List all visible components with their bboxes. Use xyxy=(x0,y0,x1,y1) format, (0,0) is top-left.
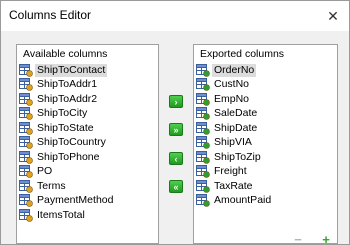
field-export-icon xyxy=(196,107,210,121)
arrow-left-icon: ‹ xyxy=(174,153,178,164)
available-columns-list[interactable]: ShipToContact ShipToAddr1 ShipToAddr2 ShipT… xyxy=(17,63,158,223)
add-column-button[interactable]: › xyxy=(169,95,183,108)
list-item-label: ShipToContact xyxy=(35,63,108,77)
list-item[interactable]: Terms xyxy=(19,179,158,194)
list-item[interactable]: ShipToCity xyxy=(19,107,158,122)
list-item-label: ShipToZip xyxy=(214,150,261,163)
field-export-icon xyxy=(196,136,210,150)
list-item[interactable]: ShipToState xyxy=(19,121,158,136)
list-item-label: AmountPaid xyxy=(214,194,272,207)
list-item-label: ShipToAddr1 xyxy=(37,78,98,91)
list-item[interactable]: ShipToAddr1 xyxy=(19,78,158,93)
list-item-label: ShipToPhone xyxy=(37,150,100,163)
list-item-label: ShipToCountry xyxy=(37,136,106,149)
available-columns-panel: Available columns ShipToContact ShipToAdd… xyxy=(16,44,159,244)
remove-column-button[interactable]: ‹ xyxy=(169,152,183,165)
field-icon xyxy=(19,179,33,193)
exported-columns-header: Exported columns xyxy=(200,48,285,60)
list-item[interactable]: OrderNo xyxy=(196,63,337,78)
list-item[interactable]: ShipToPhone xyxy=(19,150,158,165)
field-icon xyxy=(19,194,33,208)
list-item-label: OrderNo xyxy=(212,63,257,77)
list-item[interactable]: PaymentMethod xyxy=(19,194,158,209)
list-item[interactable]: EmpNo xyxy=(196,92,337,107)
field-icon xyxy=(19,63,33,77)
title-bar: Columns Editor ✕ xyxy=(1,1,349,31)
window-title: Columns Editor xyxy=(9,8,92,22)
field-export-icon xyxy=(196,194,210,208)
exported-columns-panel: Exported columns OrderNo CustNo EmpNo SaleD… xyxy=(193,44,338,244)
list-item[interactable]: ItemsTotal xyxy=(19,208,158,223)
list-item-label: Terms xyxy=(37,179,66,192)
field-icon xyxy=(19,208,33,222)
exported-columns-list[interactable]: OrderNo CustNo EmpNo SaleDate ShipDate ShipVI… xyxy=(194,63,337,208)
field-export-icon xyxy=(196,78,210,92)
field-export-icon xyxy=(196,121,210,135)
list-item[interactable]: ShipVIA xyxy=(196,136,337,151)
remove-all-columns-button[interactable]: « xyxy=(169,180,183,193)
minus-icon: − xyxy=(294,232,302,245)
list-item-label: ItemsTotal xyxy=(37,208,85,221)
list-item-label: TaxRate xyxy=(214,179,253,192)
field-icon xyxy=(19,165,33,179)
double-arrow-right-icon: » xyxy=(173,124,179,135)
list-item[interactable]: SaleDate xyxy=(196,107,337,122)
list-item-label: Freight xyxy=(214,165,247,178)
list-item-label: ShipDate xyxy=(214,121,258,134)
list-item-label: PO xyxy=(37,165,53,178)
field-icon xyxy=(19,92,33,106)
new-column-button[interactable]: + xyxy=(319,232,333,245)
available-columns-header: Available columns xyxy=(23,48,108,60)
field-icon xyxy=(19,136,33,150)
field-export-icon xyxy=(196,165,210,179)
list-item[interactable]: ShipToContact xyxy=(19,63,158,78)
list-item[interactable]: CustNo xyxy=(196,78,337,93)
add-all-columns-button[interactable]: » xyxy=(169,123,183,136)
field-export-icon xyxy=(196,92,210,106)
list-item-label: CustNo xyxy=(214,78,250,91)
list-item[interactable]: ShipToCountry xyxy=(19,136,158,151)
list-item-label: ShipToAddr2 xyxy=(37,92,98,105)
field-export-icon xyxy=(196,179,210,193)
field-icon xyxy=(19,107,33,121)
field-icon xyxy=(19,150,33,164)
list-item[interactable]: ShipToAddr2 xyxy=(19,92,158,107)
list-item[interactable]: AmountPaid xyxy=(196,194,337,209)
field-export-icon xyxy=(196,150,210,164)
list-item-label: EmpNo xyxy=(214,92,250,105)
list-item-label: ShipToCity xyxy=(37,107,88,120)
plus-icon: + xyxy=(322,232,330,245)
field-icon xyxy=(19,78,33,92)
list-item[interactable]: PO xyxy=(19,165,158,180)
delete-column-button[interactable]: − xyxy=(291,232,305,245)
list-item[interactable]: Freight xyxy=(196,165,337,180)
list-item[interactable]: TaxRate xyxy=(196,179,337,194)
field-export-icon xyxy=(196,63,210,77)
list-item-label: ShipToState xyxy=(37,121,94,134)
columns-editor-dialog: Columns Editor ✕ Available columns ShipT… xyxy=(0,0,350,245)
arrow-right-icon: › xyxy=(174,96,178,107)
list-item-label: ShipVIA xyxy=(214,136,252,149)
field-icon xyxy=(19,121,33,135)
list-item-label: SaleDate xyxy=(214,107,258,120)
double-arrow-left-icon: « xyxy=(173,181,179,192)
list-item[interactable]: ShipDate xyxy=(196,121,337,136)
close-button[interactable]: ✕ xyxy=(317,1,349,31)
list-item-label: PaymentMethod xyxy=(37,194,114,207)
list-item[interactable]: ShipToZip xyxy=(196,150,337,165)
